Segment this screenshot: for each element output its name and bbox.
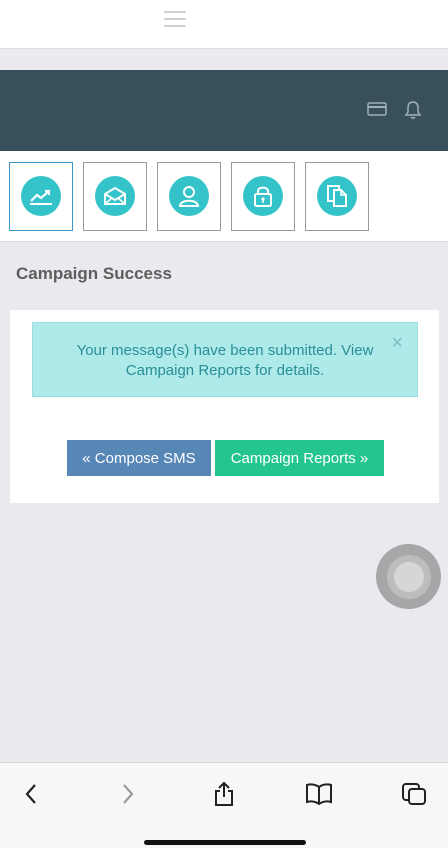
bookmarks-icon[interactable] <box>304 780 334 808</box>
card-icon[interactable] <box>367 102 387 116</box>
nav-tile-messages[interactable] <box>83 162 147 231</box>
menu-icon[interactable] <box>164 11 186 27</box>
top-bar <box>0 0 448 49</box>
campaign-reports-button[interactable]: Campaign Reports » <box>215 440 384 476</box>
page-title: Campaign Success <box>16 264 172 283</box>
tabs-icon[interactable] <box>399 780 429 808</box>
chart-icon <box>21 176 61 216</box>
bell-icon[interactable] <box>404 100 422 120</box>
assistive-touch-button[interactable] <box>376 544 441 609</box>
nav-tile-dashboard[interactable] <box>9 162 73 231</box>
close-icon[interactable]: × <box>391 333 403 353</box>
lock-icon <box>243 176 283 216</box>
spacer <box>0 49 448 70</box>
envelope-icon <box>95 176 135 216</box>
nav-tile-contacts[interactable] <box>157 162 221 231</box>
forward-icon[interactable] <box>113 780 143 808</box>
alert-message: Your message(s) have been submitted. Vie… <box>76 342 374 379</box>
share-icon[interactable] <box>209 780 239 808</box>
user-icon <box>169 176 209 216</box>
browser-toolbar <box>0 762 448 848</box>
result-panel: Your message(s) have been submitted. Vie… <box>10 310 439 503</box>
home-indicator <box>144 840 306 845</box>
icon-nav <box>0 151 448 242</box>
app-header <box>0 70 448 151</box>
nav-tile-security[interactable] <box>231 162 295 231</box>
nav-tile-documents[interactable] <box>305 162 369 231</box>
success-alert: Your message(s) have been submitted. Vie… <box>32 322 418 397</box>
compose-sms-button[interactable]: « Compose SMS <box>67 440 211 476</box>
back-icon[interactable] <box>16 780 46 808</box>
documents-icon <box>317 176 357 216</box>
